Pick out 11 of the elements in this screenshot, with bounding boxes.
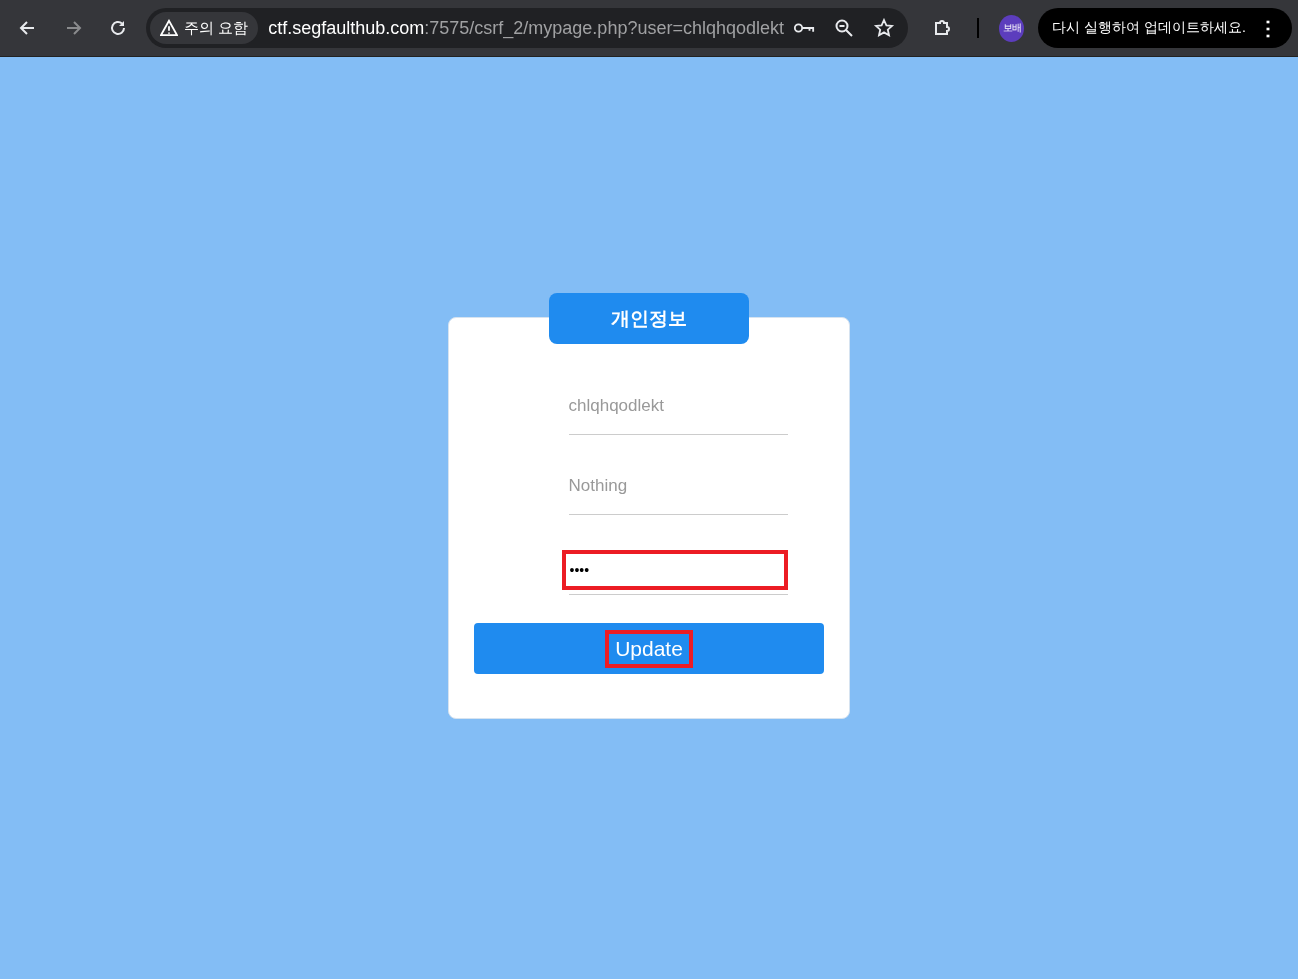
password-field[interactable]: •••• (561, 550, 788, 590)
input-field[interactable]: Nothing (568, 474, 788, 498)
security-label: 주의 요함 (184, 18, 249, 38)
input-field[interactable]: chlqhqodlekt (568, 394, 788, 418)
profile-avatar[interactable]: 보배 (998, 14, 1025, 42)
card-title: 개인정보 (549, 293, 749, 344)
security-chip[interactable]: 주의 요함 (150, 12, 259, 44)
address-bar[interactable]: 주의 요함 ctf.segfaulthub.com:7575/csrf_2/mypage.php?user=chlqhqodlekt (146, 8, 908, 48)
update-button[interactable]: Update (474, 623, 824, 674)
url-text: ctf.segfaulthub.com:7575/csrf_2/mypage.php?user=chlqhqodlekt (268, 17, 784, 39)
update-button[interactable]: 다시 실행하여 업데이트하세요. ⋮ (1038, 8, 1292, 48)
